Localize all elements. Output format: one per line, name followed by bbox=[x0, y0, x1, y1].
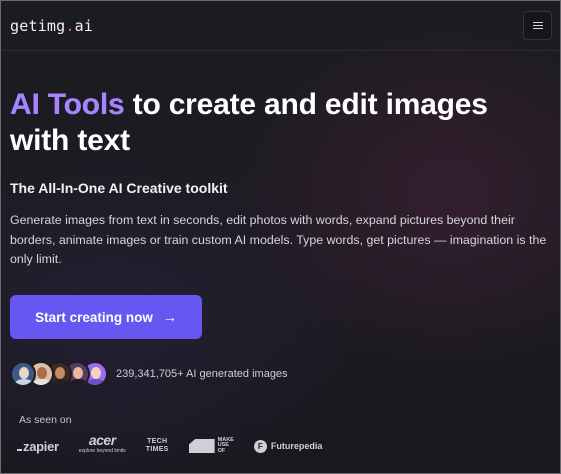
hamburger-menu-icon bbox=[532, 21, 543, 30]
tech-times-line-1: TECH bbox=[147, 438, 168, 445]
acer-logo: acer explore beyond limits bbox=[78, 432, 126, 457]
logo-name: getimg bbox=[10, 16, 66, 35]
social-proof: 239,341,705+ AI generated images bbox=[10, 360, 288, 388]
site-logo[interactable]: getimg.ai bbox=[10, 17, 93, 35]
logo-tld: ai bbox=[74, 16, 94, 35]
zapier-logo: zapier bbox=[17, 439, 59, 454]
arrow-right-icon: → bbox=[162, 309, 177, 325]
hero-title-accent: AI Tools bbox=[10, 88, 125, 121]
make-use-of-line-3: OF bbox=[217, 447, 226, 454]
logo-dot: . bbox=[65, 16, 75, 35]
hero-title: AI Tools to create and edit images with … bbox=[10, 87, 550, 159]
menu-button[interactable] bbox=[523, 11, 552, 40]
futurepedia-logo: F Futurepedia bbox=[253, 439, 323, 453]
make-use-of-shape-icon bbox=[188, 439, 215, 453]
as-seen-on-label: As seen on bbox=[19, 414, 72, 426]
top-navigation: getimg.ai bbox=[1, 1, 560, 51]
acer-wordmark: acer bbox=[88, 432, 116, 448]
start-creating-button[interactable]: Start creating now → bbox=[10, 295, 202, 339]
futurepedia-wordmark: Futurepedia bbox=[270, 441, 323, 451]
press-logos: zapier acer explore beyond limits TECH T… bbox=[17, 432, 323, 457]
start-creating-label: Start creating now bbox=[35, 309, 153, 325]
tech-times-logo: TECH TIMES bbox=[146, 438, 169, 454]
generated-images-count: 239,341,705+ AI generated images bbox=[116, 368, 288, 380]
avatar-group bbox=[10, 361, 108, 387]
page-background: getimg.ai AI Tools to create and edit im… bbox=[1, 1, 560, 473]
futurepedia-icon: F bbox=[253, 439, 267, 453]
avatar bbox=[10, 361, 36, 387]
tech-times-line-2: TIMES bbox=[145, 446, 169, 453]
hero-description: Generate images from text in seconds, ed… bbox=[10, 213, 547, 266]
acer-tagline: explore beyond limits bbox=[78, 448, 126, 454]
hero-subtitle: The All-In-One AI Creative toolkit bbox=[10, 180, 228, 196]
make-use-of-logo: MAKE USE OF bbox=[188, 437, 234, 455]
zapier-wordmark: zapier bbox=[23, 438, 59, 454]
